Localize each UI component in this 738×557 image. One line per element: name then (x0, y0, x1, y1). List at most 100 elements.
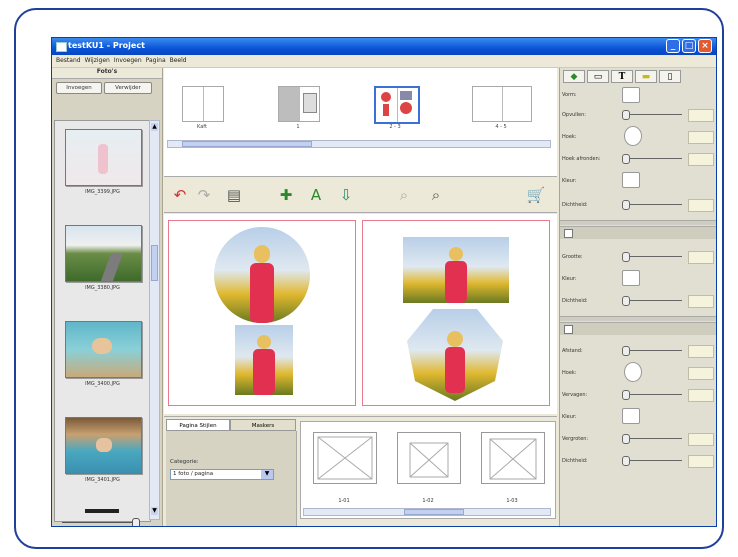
border-density-value[interactable] (688, 295, 714, 308)
category-area: Categorie: 1 foto / pagina ▼ (166, 431, 297, 526)
photo-list[interactable]: IMG_3399.JPG IMG_3380.JPG IMG_3400.JPG I… (54, 120, 151, 522)
prop-label: Vervagen: (562, 392, 588, 398)
left-page[interactable] (168, 220, 356, 406)
shadow-angle-value[interactable] (688, 367, 714, 380)
print-icon[interactable]: ▤ (224, 186, 244, 204)
properties-panel: ◆ ▭ T ▬ ▯ Vorm: Opvullen: Hoek: Hoek afr… (559, 68, 716, 526)
undo-icon[interactable]: ↶ (170, 186, 190, 204)
category-select[interactable]: 1 foto / pagina ▼ (170, 469, 274, 480)
menu-beeld[interactable]: Beeld (170, 57, 187, 64)
blur-value[interactable] (688, 389, 714, 402)
color-picker[interactable] (622, 172, 640, 188)
distance-slider[interactable] (622, 346, 682, 356)
border-section-header[interactable] (560, 226, 716, 239)
spread-cover[interactable] (182, 86, 224, 122)
angle-dial[interactable] (624, 126, 642, 146)
layout-scrollbar[interactable] (303, 508, 551, 516)
fill-value[interactable] (688, 109, 714, 122)
add-photo-button[interactable]: Invoegen (56, 82, 102, 94)
title-bar[interactable]: testKU1 - Project _ □ × (52, 38, 716, 55)
enlarge-slider[interactable] (622, 434, 682, 444)
spread-2-3[interactable] (374, 86, 420, 124)
minimize-button[interactable]: _ (666, 39, 680, 53)
menu-bestand[interactable]: Bestand (56, 57, 81, 64)
menu-pagina[interactable]: Pagina (146, 57, 166, 64)
size-value[interactable] (688, 251, 714, 264)
distance-value[interactable] (688, 345, 714, 358)
zoom-in-icon[interactable]: ⌕ (426, 186, 446, 204)
add-text-icon[interactable]: A (306, 186, 326, 204)
scroll-thumb[interactable] (404, 509, 464, 515)
add-photo-icon[interactable]: ✚ (276, 186, 296, 204)
maximize-button[interactable]: □ (682, 39, 696, 53)
prop-label: Vorm: (562, 92, 577, 98)
rect-photo[interactable] (235, 325, 293, 395)
shape-picker[interactable] (622, 87, 640, 103)
page-canvas[interactable] (164, 214, 557, 414)
remove-photo-button[interactable]: Verwijder (104, 82, 152, 94)
shadow-angle-dial[interactable] (624, 362, 642, 382)
spread-1[interactable] (278, 86, 320, 122)
scroll-down-icon[interactable]: ▼ (151, 507, 158, 515)
blur-slider[interactable] (622, 390, 682, 400)
prop-label: Kleur: (562, 276, 577, 282)
layout-thumbnail[interactable] (397, 432, 461, 484)
menu-invoegen[interactable]: Invoegen (114, 57, 142, 64)
tab-shape[interactable]: ◆ (563, 70, 585, 83)
export-icon[interactable]: ⇩ (336, 186, 356, 204)
density-value[interactable] (688, 199, 714, 212)
scroll-up-icon[interactable]: ▲ (151, 123, 158, 131)
redo-icon[interactable]: ↷ (194, 186, 214, 204)
enlarge-value[interactable] (688, 433, 714, 446)
circle-photo[interactable] (214, 227, 310, 323)
angle-value[interactable] (688, 131, 714, 144)
border-checkbox[interactable] (564, 229, 573, 238)
shadow-section-header[interactable] (560, 322, 716, 335)
tab-text[interactable]: T (611, 70, 633, 83)
cart-icon[interactable]: 🛒 (526, 186, 546, 204)
round-corner-value[interactable] (688, 153, 714, 166)
shadow-checkbox[interactable] (564, 325, 573, 334)
border-density-slider[interactable] (622, 296, 682, 306)
photo-list-scrollbar[interactable]: ▲ ▼ (149, 120, 160, 520)
tab-page-styles[interactable]: Pagina Stijlen (166, 419, 230, 431)
shadow-color-picker[interactable] (622, 408, 640, 424)
photo-thumbnail[interactable] (65, 321, 142, 378)
spread-4-5[interactable] (472, 86, 532, 122)
photos-panel: Foto's Invoegen Verwijder IMG_3399.JPG I… (52, 68, 163, 526)
prop-label: Opvullen: (562, 112, 586, 118)
density-slider[interactable] (622, 200, 682, 210)
tab-page[interactable]: ▯ (659, 70, 681, 83)
round-corner-slider[interactable] (622, 154, 682, 164)
app-window: testKU1 - Project _ □ × Bestand Wijzigen I… (51, 37, 717, 527)
shadow-density-slider[interactable] (622, 456, 682, 466)
tab-ruler[interactable]: ▬ (635, 70, 657, 83)
wide-photo[interactable] (403, 237, 509, 303)
photo-thumbnail[interactable] (65, 417, 142, 474)
photo-name: IMG_3380.JPG (85, 285, 120, 291)
photo-thumbnail[interactable] (65, 129, 142, 186)
shadow-density-value[interactable] (688, 455, 714, 468)
chevron-down-icon[interactable]: ▼ (261, 470, 273, 479)
scroll-thumb[interactable] (151, 245, 158, 281)
photo-thumbnail[interactable] (65, 225, 142, 282)
window-title: testKU1 - Project (68, 41, 145, 50)
fill-slider[interactable] (622, 110, 682, 120)
layout-thumbnail[interactable] (481, 432, 545, 484)
size-slider[interactable] (622, 252, 682, 262)
right-page[interactable] (362, 220, 550, 406)
menu-wijzigen[interactable]: Wijzigen (85, 57, 110, 64)
spread-strip-scrollbar[interactable] (167, 140, 551, 148)
tab-frame[interactable]: ▭ (587, 70, 609, 83)
photo-partial (85, 509, 119, 513)
border-color-picker[interactable] (622, 270, 640, 286)
zoom-out-icon[interactable]: ⌕ (394, 186, 414, 204)
layout-thumbnail[interactable] (313, 432, 377, 484)
close-button[interactable]: × (698, 39, 712, 53)
slider-knob[interactable] (132, 518, 140, 526)
tab-masks[interactable]: Maskers (230, 419, 296, 431)
thumb-size-slider[interactable] (62, 518, 140, 526)
scroll-thumb[interactable] (182, 141, 312, 147)
polygon-photo[interactable] (405, 309, 505, 401)
prop-label: Afstand: (562, 348, 583, 354)
